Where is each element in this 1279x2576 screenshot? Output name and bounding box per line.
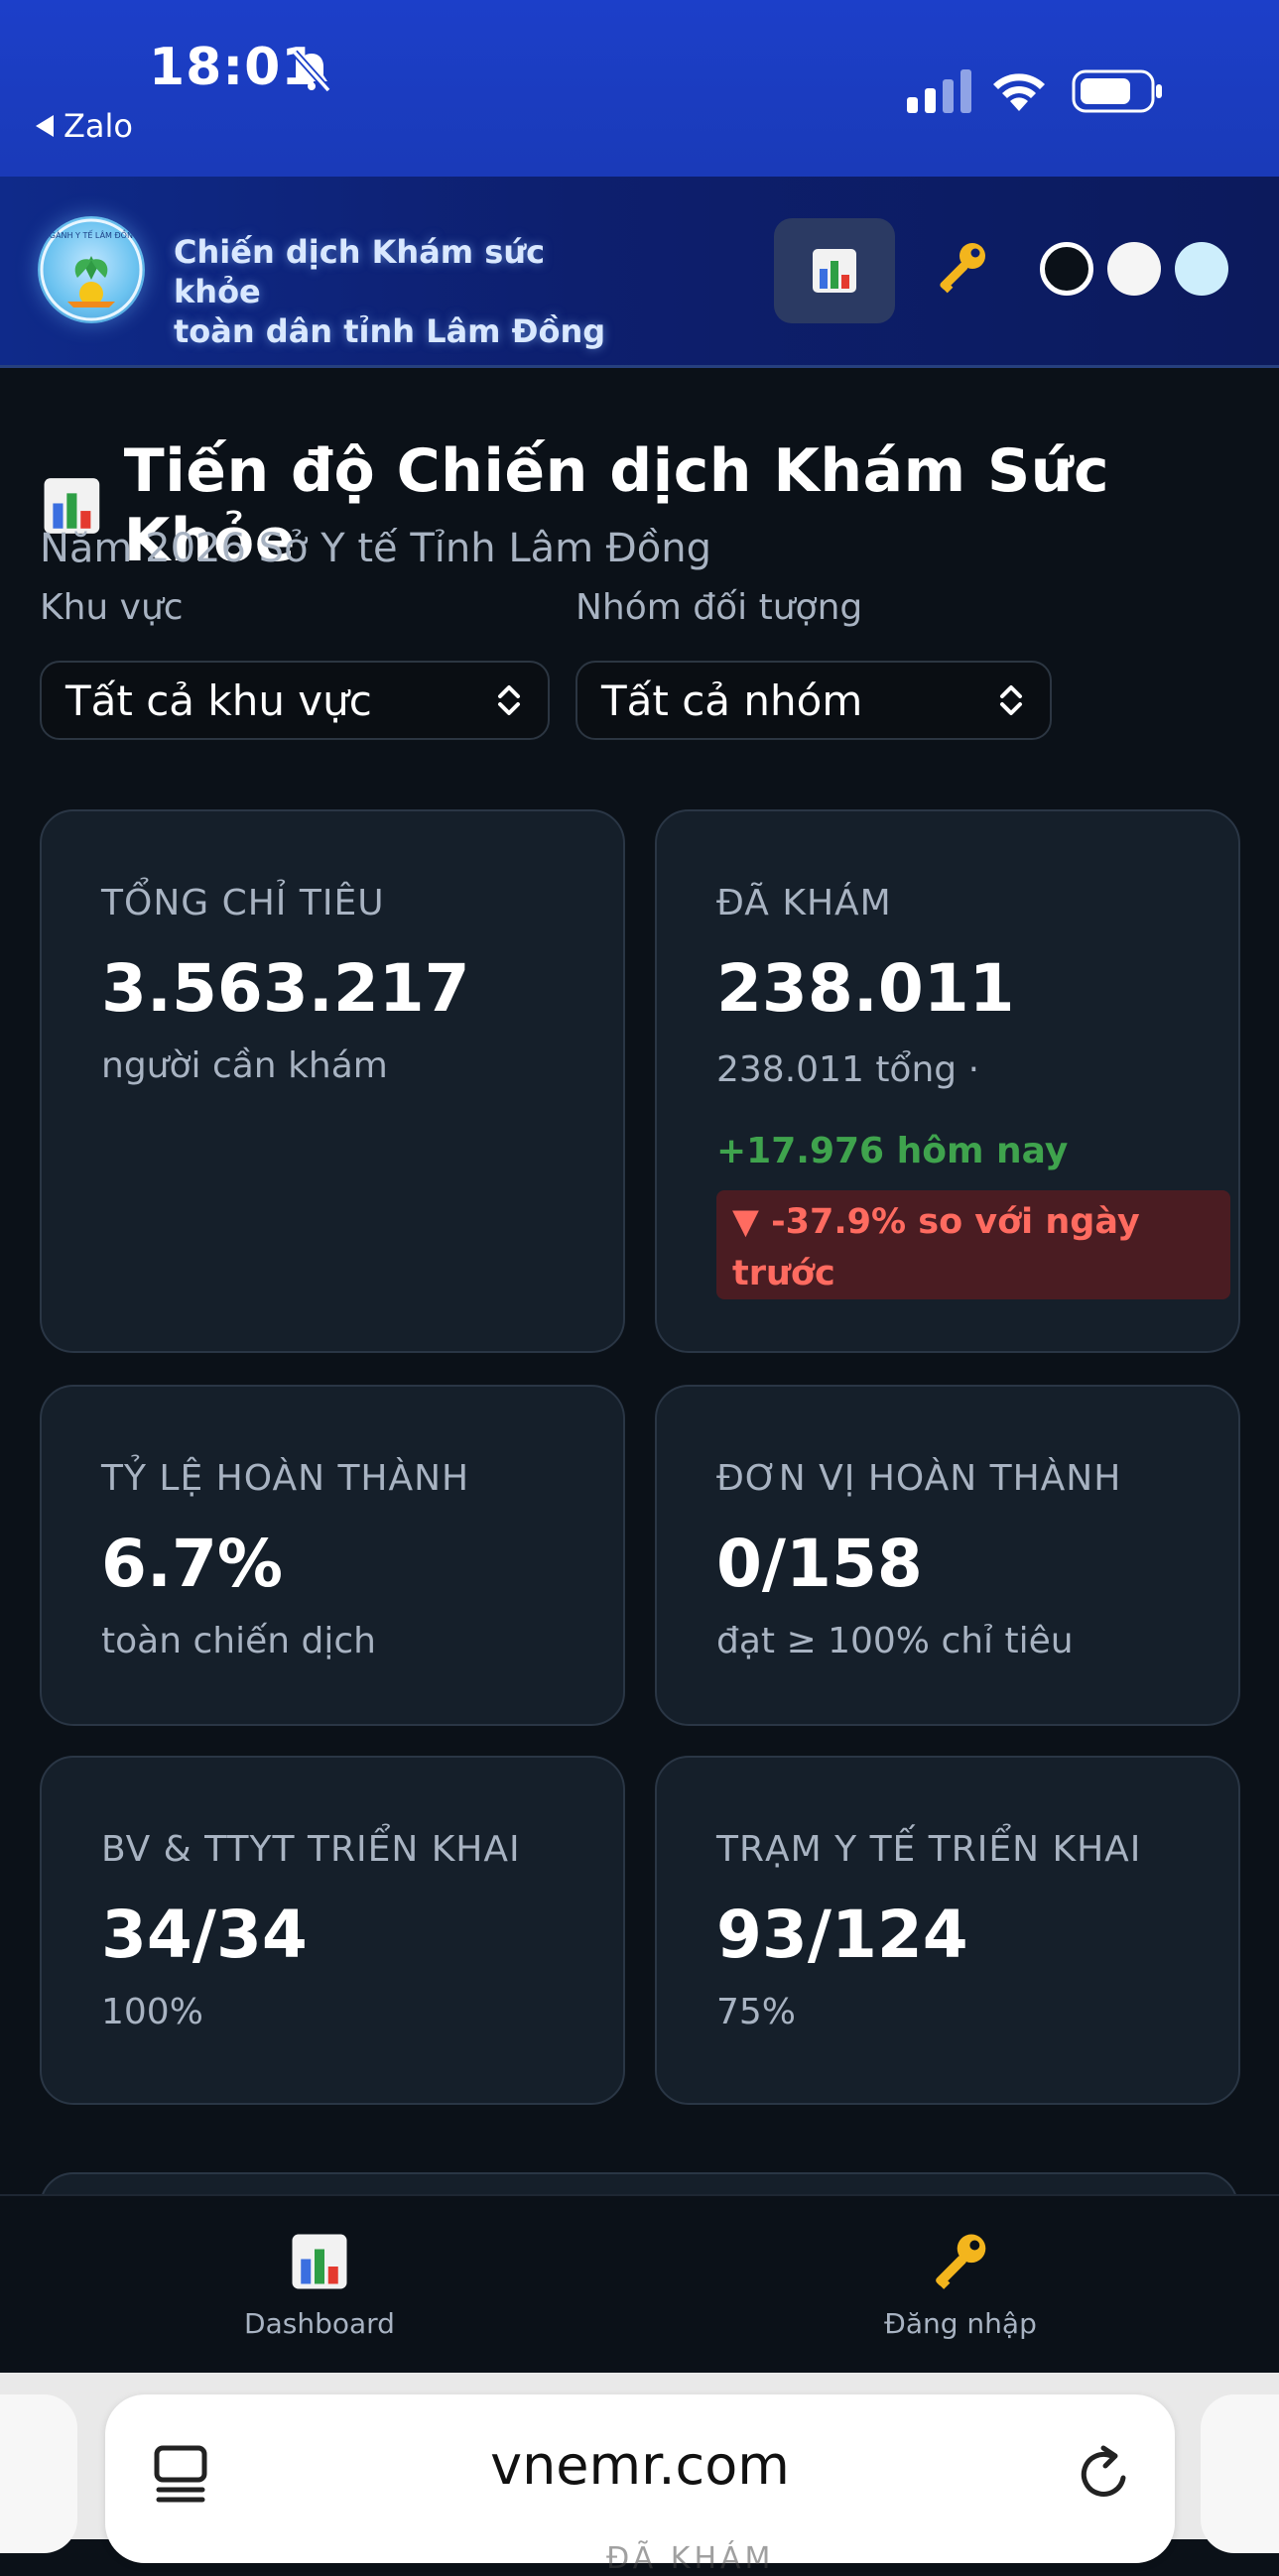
app-title-line2: toàn dân tỉnh Lâm Đồng [174, 312, 606, 350]
card-value: 93/124 [716, 1897, 968, 1973]
completion-rate-card: TỶ LỆ HOÀN THÀNH 6.7% toàn chiến dịch [40, 1385, 625, 1726]
app-header: NGÀNH Y TẾ LÂM ĐỒNG Chiến dịch Khám sức … [0, 177, 1279, 368]
card-sub: người cần khám [101, 1045, 388, 1086]
next-tab[interactable] [1201, 2394, 1279, 2553]
card-label: BV & TTYT TRIỂN KHAI [101, 1829, 521, 1870]
url-text: vnemr.com [490, 2434, 790, 2497]
chevron-up-down-icon [498, 685, 520, 715]
header-dashboard-button[interactable] [774, 218, 895, 323]
nav-dashboard[interactable]: Dashboard [171, 2226, 468, 2340]
app-title: Chiến dịch Khám sức khỏe toàn dân tỉnh L… [174, 232, 640, 351]
scrolled-content-peek: ĐÃ KHÁM [606, 2541, 775, 2576]
signal-icon [907, 69, 971, 113]
chevron-up-down-icon [1000, 685, 1022, 715]
group-select[interactable]: Tất cả nhóm [576, 661, 1052, 740]
card-sub: toàn chiến dịch [101, 1621, 376, 1661]
day-over-day-change-badge: ▼ -37.9% so với ngày trước [716, 1190, 1230, 1299]
key-icon [936, 2234, 986, 2289]
theme-blue-button[interactable] [1175, 242, 1228, 296]
card-label: TỔNG CHỈ TIÊU [101, 883, 385, 923]
nav-login[interactable]: Đăng nhập [812, 2226, 1109, 2340]
address-bar[interactable]: vnemr.com ĐÃ KHÁM [105, 2394, 1175, 2576]
nav-login-label: Đăng nhập [884, 2307, 1037, 2340]
back-app-label: Zalo [64, 107, 133, 145]
card-sub: đạt ≥ 100% chỉ tiêu [716, 1621, 1074, 1661]
card-value: 3.563.217 [101, 950, 470, 1027]
logo-text: NGÀNH Y TẾ LÂM ĐỒNG [44, 228, 139, 240]
card-label: ĐƠN VỊ HOÀN THÀNH [716, 1458, 1122, 1499]
theme-light-button[interactable] [1107, 242, 1161, 296]
group-select-value: Tất cả nhóm [601, 675, 863, 725]
units-completed-card: ĐƠN VỊ HOÀN THÀNH 0/158 đạt ≥ 100% chỉ t… [655, 1385, 1240, 1726]
region-filter-label: Khu vực [40, 587, 184, 628]
health-stations-deployed-card: TRẠM Y TẾ TRIỂN KHAI 93/124 75% [655, 1756, 1240, 2105]
bar-chart-icon [292, 2234, 347, 2289]
back-arrow-icon [36, 115, 54, 137]
bell-slash-icon [292, 50, 331, 93]
region-select-value: Tất cả khu vực [65, 675, 372, 725]
group-filter-label: Nhóm đối tượng [576, 587, 863, 628]
card-value: 6.7% [101, 1526, 284, 1602]
total-target-card: TỔNG CHỈ TIÊU 3.563.217 người cần khám [40, 809, 625, 1353]
browser-toolbar: vnemr.com ĐÃ KHÁM [0, 2373, 1279, 2576]
hospitals-deployed-card: BV & TTYT TRIỂN KHAI 34/34 100% [40, 1756, 625, 2105]
card-label: TRẠM Y TẾ TRIỂN KHAI [716, 1829, 1142, 1870]
card-sub: 75% [716, 1992, 797, 2032]
back-to-app-link[interactable]: Zalo [36, 107, 133, 145]
examined-card: ĐÃ KHÁM 238.011 238.011 tổng · +17.976 h… [655, 809, 1240, 1353]
card-label: ĐÃ KHÁM [716, 883, 892, 923]
status-bar: 18:01 Zalo [0, 0, 1279, 177]
card-label: TỶ LỆ HOÀN THÀNH [101, 1458, 470, 1499]
logo-emblem-icon: NGÀNH Y TẾ LÂM ĐỒNG [40, 218, 143, 321]
battery-icon [1072, 69, 1162, 113]
key-icon[interactable] [933, 238, 992, 298]
card-value: 238.011 [716, 950, 1015, 1027]
previous-tab[interactable] [0, 2394, 77, 2553]
bottom-navigation: Dashboard Đăng nhập [0, 2194, 1279, 2375]
app-title-line1: Chiến dịch Khám sức khỏe [174, 233, 546, 310]
bar-chart-icon [813, 249, 856, 293]
today-increase: +17.976 hôm nay [716, 1131, 1069, 1171]
nav-dashboard-label: Dashboard [244, 2307, 395, 2340]
theme-dark-button[interactable] [1040, 242, 1093, 296]
wifi-icon [993, 73, 1045, 111]
reload-icon[interactable] [1074, 2442, 1135, 2506]
card-sub: 100% [101, 1992, 203, 2032]
card-value: 34/34 [101, 1897, 308, 1973]
page-subtitle: Năm 2026 Sở Y tế Tỉnh Lâm Đồng [40, 526, 712, 571]
health-department-logo[interactable]: NGÀNH Y TẾ LÂM ĐỒNG [38, 216, 145, 323]
card-sub: 238.011 tổng · [716, 1049, 980, 1090]
card-value: 0/158 [716, 1526, 923, 1602]
region-select[interactable]: Tất cả khu vực [40, 661, 550, 740]
